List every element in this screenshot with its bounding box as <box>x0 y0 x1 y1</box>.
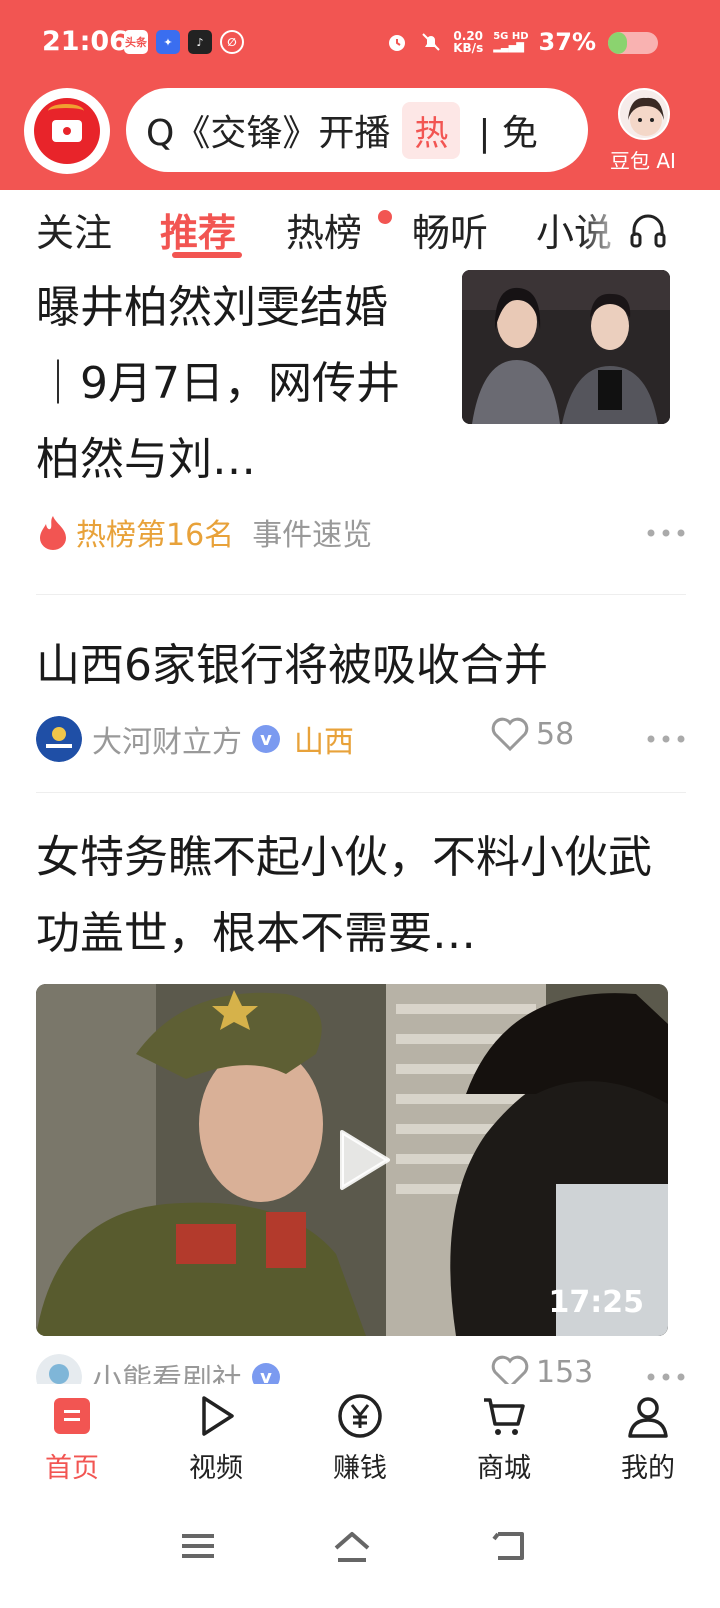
video-thumbnail[interactable]: 17:25 <box>36 984 668 1336</box>
tab-listen[interactable]: 畅听 <box>412 202 488 257</box>
tab-follow[interactable]: 关注 <box>36 202 112 257</box>
status-bar: 21:06 头条 ✦ ♪ ∅ 0.20 KB/s 5G HD ▂▃▅▇ 37% <box>0 0 720 88</box>
feed-divider <box>36 594 686 595</box>
alarm-icon <box>389 35 406 51</box>
tabs-fade <box>580 190 630 266</box>
celebrity-photo <box>462 270 670 424</box>
news-card-2[interactable]: 山西6家银行将被吸收合并 <box>36 628 686 704</box>
tab-hot-list[interactable]: 热榜 <box>286 202 362 257</box>
news-title[interactable]: 山西6家银行将被吸收合并 <box>36 628 686 704</box>
signal-indicator: 5G HD ▂▃▅▇ <box>493 31 529 53</box>
app-logo-button[interactable] <box>24 88 110 174</box>
verified-badge-icon: v <box>252 725 280 753</box>
red-packet-icon <box>34 98 100 164</box>
search-hint-text: Q《交锋》开播 <box>146 113 391 154</box>
status-indicators: 0.20 KB/s 5G HD ▂▃▅▇ 37% <box>385 28 596 56</box>
more-options-icon[interactable] <box>646 734 686 744</box>
play-icon <box>202 1396 234 1436</box>
home-system-icon[interactable] <box>332 1526 372 1566</box>
toutiao-notification-icon: 头条 <box>124 30 148 54</box>
app-notification-icon-2: ∅ <box>220 30 244 54</box>
news-meta: 热榜第16名 事件速览 <box>36 510 686 554</box>
nav-earn-label: 赚钱 <box>333 1453 387 1484</box>
user-icon <box>628 1397 668 1438</box>
source-name[interactable]: 大河财立方 <box>92 717 242 761</box>
yuan-icon <box>338 1394 382 1438</box>
network-speed: 0.20 KB/s <box>453 29 484 55</box>
ai-avatar-icon <box>628 97 664 136</box>
more-options-icon[interactable] <box>646 528 686 538</box>
tab-recommend[interactable]: 推荐 <box>160 202 236 257</box>
headphone-icon[interactable] <box>628 210 668 250</box>
bottom-nav: 首页 视频 赚钱 商城 我的 <box>0 1384 720 1496</box>
hot-rank-label[interactable]: 热榜第16名 <box>76 510 234 554</box>
nav-earn[interactable]: 赚钱 <box>300 1392 420 1485</box>
signal-bars-icon: ▂▃▅▇ <box>493 42 524 53</box>
nav-mine[interactable]: 我的 <box>588 1392 708 1485</box>
region-tag[interactable]: 山西 <box>294 717 354 761</box>
news-meta: 大河财立方 v 山西 <box>36 716 686 762</box>
news-title[interactable]: 女特务瞧不起小伙，不料小伙武功盖世，根本不需要… <box>36 820 676 972</box>
play-icon[interactable] <box>324 1124 396 1196</box>
hot-list-red-dot <box>378 210 392 224</box>
video-duration: 17:25 <box>548 1285 645 1320</box>
status-app-icons: 头条 ✦ ♪ ∅ <box>124 30 244 54</box>
nav-home-label: 首页 <box>45 1453 99 1484</box>
like-count: 58 <box>536 716 575 752</box>
search-next-hint: | 免 <box>478 113 538 154</box>
nav-mine-label: 我的 <box>621 1453 675 1484</box>
system-nav-bar <box>0 1496 720 1608</box>
news-tag: 事件速览 <box>252 518 373 553</box>
home-icon <box>54 1398 90 1434</box>
cart-icon <box>484 1398 525 1435</box>
back-icon[interactable] <box>490 1526 530 1566</box>
heart-icon <box>491 717 529 752</box>
more-options-icon[interactable] <box>646 1372 686 1382</box>
news-title[interactable]: 曝井柏然刘雯结婚｜9月7日，网传井柏然与刘… <box>36 270 416 498</box>
like-button[interactable]: 58 <box>490 716 574 752</box>
doubao-ai-label[interactable]: 豆包 AI <box>610 145 676 174</box>
news-feed[interactable]: 曝井柏然刘雯结婚｜9月7日，网传井柏然与刘… 热榜第16名 事件速览 山西6家银… <box>0 266 720 1416</box>
status-time: 21:06 <box>42 26 128 57</box>
news-card-3[interactable]: 女特务瞧不起小伙，不料小伙武功盖世，根本不需要… <box>36 820 676 972</box>
menu-icon[interactable] <box>178 1526 218 1566</box>
hot-badge: 热 <box>402 101 461 159</box>
news-card-1-meta: 热榜第16名 事件速览 <box>36 510 686 558</box>
douyin-notification-icon: ♪ <box>188 30 212 54</box>
nav-video-label: 视频 <box>189 1453 243 1484</box>
feed-divider <box>36 792 686 793</box>
news-thumbnail[interactable] <box>462 270 670 424</box>
fire-icon <box>40 516 66 550</box>
news-card-2-meta: 大河财立方 v 山西 58 <box>36 716 686 764</box>
battery-percent: 37% <box>538 28 596 56</box>
nav-video[interactable]: 视频 <box>156 1392 276 1485</box>
battery-fill <box>608 32 627 54</box>
search-box[interactable]: Q《交锋》开播 热 | 免 <box>126 88 588 172</box>
nav-mall-label: 商城 <box>477 1453 531 1484</box>
nav-mall[interactable]: 商城 <box>444 1392 564 1485</box>
source-avatar[interactable] <box>36 716 82 762</box>
active-tab-indicator <box>172 252 242 258</box>
app-notification-icon: ✦ <box>156 30 180 54</box>
battery-icon <box>608 32 658 54</box>
doubao-ai-avatar[interactable] <box>618 88 670 140</box>
top-header: 21:06 头条 ✦ ♪ ∅ 0.20 KB/s 5G HD ▂▃▅▇ 37% <box>0 0 720 190</box>
news-card-1[interactable]: 曝井柏然刘雯结婚｜9月7日，网传井柏然与刘… <box>36 270 416 498</box>
nav-home[interactable]: 首页 <box>12 1392 132 1485</box>
mute-bell-icon <box>422 33 440 51</box>
